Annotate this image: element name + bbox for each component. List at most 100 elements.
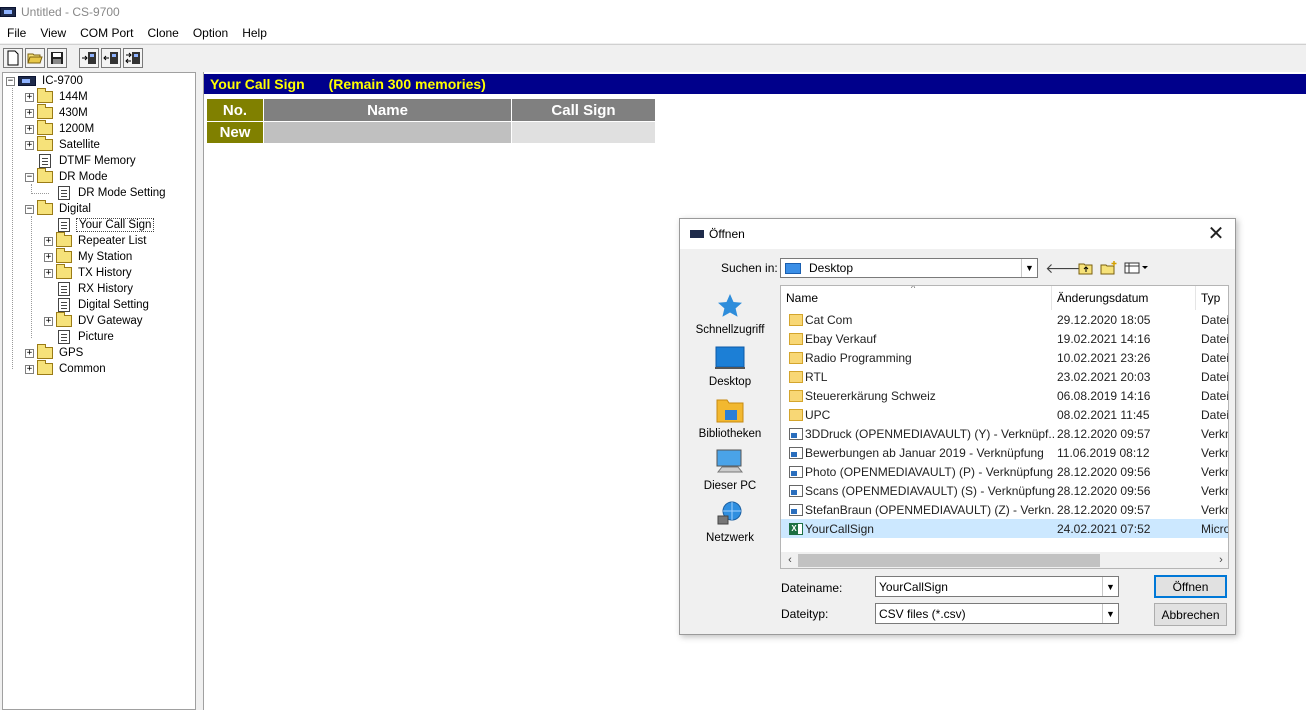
file-row-selected[interactable]: YourCallSign 24.02.2021 07:52 Micro bbox=[781, 519, 1228, 538]
collapse-icon[interactable]: − bbox=[25, 204, 34, 214]
places-bar: Schnellzugriff Desktop Bibliotheken Dies… bbox=[686, 285, 774, 565]
new-row-label[interactable]: New bbox=[207, 122, 263, 143]
file-row[interactable]: StefanBraun (OPENMEDIAVAULT) (Z) - Verkn… bbox=[781, 500, 1228, 519]
chevron-down-icon[interactable]: ▼ bbox=[1102, 604, 1118, 623]
file-row[interactable]: Scans (OPENMEDIAVAULT) (S) - Verknüpfung… bbox=[781, 481, 1228, 500]
back-arrow-icon[interactable]: 🡐 bbox=[1045, 259, 1083, 277]
tree-node-repeater-list[interactable]: + Repeater List bbox=[44, 232, 148, 249]
filename-combo[interactable]: YourCallSign ▼ bbox=[875, 576, 1119, 597]
tree-node-dtmf-memory[interactable]: DTMF Memory bbox=[25, 153, 138, 169]
save-file-button[interactable] bbox=[47, 48, 67, 68]
look-in-combo[interactable]: Desktop ▼ bbox=[780, 258, 1038, 278]
column-header-name[interactable]: Name bbox=[264, 99, 511, 121]
desktop-icon bbox=[785, 262, 801, 274]
filename-label: Dateiname: bbox=[781, 581, 843, 595]
place-this-pc[interactable]: Dieser PC bbox=[686, 447, 774, 499]
collapse-icon[interactable]: − bbox=[6, 76, 15, 86]
tree-node-430m[interactable]: + 430M bbox=[25, 104, 90, 121]
file-row[interactable]: Bewerbungen ab Januar 2019 - Verknüpfung… bbox=[781, 443, 1228, 462]
column-header-name[interactable]: Name bbox=[781, 286, 1052, 310]
clone-button[interactable] bbox=[123, 48, 143, 68]
expand-icon[interactable]: + bbox=[44, 268, 53, 278]
tree-node-144m[interactable]: + 144M bbox=[25, 88, 90, 105]
tree-node-gps[interactable]: + GPS bbox=[25, 344, 85, 361]
place-libraries[interactable]: Bibliotheken bbox=[686, 395, 774, 447]
tree-node-your-call-sign[interactable]: Your Call Sign bbox=[56, 217, 155, 233]
tree-node-picture[interactable]: Picture bbox=[56, 329, 116, 345]
menu-com-port[interactable]: COM Port bbox=[73, 24, 140, 43]
expand-icon[interactable]: + bbox=[44, 316, 53, 326]
up-folder-button[interactable] bbox=[1076, 259, 1096, 277]
write-to-radio-button[interactable] bbox=[79, 48, 99, 68]
tree-node-satellite[interactable]: + Satellite bbox=[25, 136, 102, 153]
memory-tree[interactable]: − IC-9700 + 144M + 430M + 1200M + Satell… bbox=[2, 72, 196, 710]
file-row[interactable]: Steuererkärung Schweiz 06.08.2019 14:16 … bbox=[781, 386, 1228, 405]
new-row-name-cell[interactable] bbox=[264, 122, 511, 143]
tree-node-common[interactable]: + Common bbox=[25, 360, 108, 377]
folder-icon bbox=[56, 312, 72, 327]
view-menu-button[interactable] bbox=[1123, 259, 1151, 277]
scrollbar-thumb[interactable] bbox=[798, 554, 1100, 567]
new-file-button[interactable] bbox=[3, 48, 23, 68]
network-globe-icon bbox=[717, 501, 742, 525]
file-row[interactable]: Ebay Verkauf 19.02.2021 14:16 Datei bbox=[781, 329, 1228, 348]
collapse-icon[interactable]: − bbox=[25, 172, 34, 182]
read-from-radio-button[interactable] bbox=[101, 48, 121, 68]
expand-icon[interactable]: + bbox=[25, 140, 34, 150]
file-row[interactable]: UPC 08.02.2021 11:45 Datei bbox=[781, 405, 1228, 424]
expand-icon[interactable]: + bbox=[44, 236, 53, 246]
menu-view[interactable]: View bbox=[33, 24, 73, 43]
scroll-left-icon[interactable]: ‹ bbox=[783, 552, 797, 568]
expand-icon[interactable]: + bbox=[25, 92, 34, 102]
menu-file[interactable]: File bbox=[0, 24, 33, 43]
menu-clone[interactable]: Clone bbox=[140, 24, 185, 43]
file-list[interactable]: Name ^ Änderungsdatum Typ Cat Com 29.12.… bbox=[780, 285, 1229, 569]
expand-icon[interactable]: + bbox=[25, 348, 34, 358]
tree-node-dr-mode[interactable]: − DR Mode bbox=[25, 168, 110, 185]
open-button[interactable]: Öffnen bbox=[1154, 575, 1227, 598]
column-header-date[interactable]: Änderungsdatum bbox=[1052, 286, 1196, 310]
file-row[interactable]: RTL 23.02.2021 20:03 Datei bbox=[781, 367, 1228, 386]
column-header-type[interactable]: Typ bbox=[1196, 286, 1228, 310]
tree-node-dv-gateway[interactable]: + DV Gateway bbox=[44, 312, 145, 329]
menu-bar: File View COM Port Clone Option Help bbox=[0, 24, 1306, 43]
place-desktop[interactable]: Desktop bbox=[686, 343, 774, 395]
open-file-button[interactable] bbox=[25, 48, 45, 68]
expand-icon[interactable]: + bbox=[44, 252, 53, 262]
tree-node-digital-setting[interactable]: Digital Setting bbox=[56, 297, 151, 313]
menu-option[interactable]: Option bbox=[186, 24, 235, 43]
place-network[interactable]: Netzwerk bbox=[686, 499, 774, 551]
horizontal-scrollbar[interactable]: ‹ › bbox=[781, 552, 1228, 568]
app-radio-icon bbox=[0, 7, 16, 17]
column-header-call-sign[interactable]: Call Sign bbox=[512, 99, 655, 121]
close-icon[interactable]: ✕ bbox=[1205, 223, 1227, 245]
scroll-right-icon[interactable]: › bbox=[1214, 552, 1228, 568]
tree-node-tx-history[interactable]: + TX History bbox=[44, 264, 134, 281]
tree-node-digital[interactable]: − Digital bbox=[25, 200, 93, 217]
new-row-call-sign-cell[interactable] bbox=[512, 122, 655, 143]
expand-icon[interactable]: + bbox=[25, 364, 34, 374]
tree-node-ic-9700[interactable]: − IC-9700 bbox=[6, 73, 85, 89]
filetype-label: Dateityp: bbox=[781, 607, 829, 621]
expand-icon[interactable]: + bbox=[25, 108, 34, 118]
tree-node-dr-mode-setting[interactable]: DR Mode Setting bbox=[56, 185, 168, 201]
file-row[interactable]: Radio Programming 10.02.2021 23:26 Datei bbox=[781, 348, 1228, 367]
file-row[interactable]: Photo (OPENMEDIAVAULT) (P) - Verknüpfung… bbox=[781, 462, 1228, 481]
expand-icon[interactable]: + bbox=[25, 124, 34, 134]
tree-node-my-station[interactable]: + My Station bbox=[44, 248, 134, 265]
place-quick-access[interactable]: Schnellzugriff bbox=[686, 291, 774, 343]
menu-help[interactable]: Help bbox=[235, 24, 274, 43]
filetype-combo[interactable]: CSV files (*.csv) ▼ bbox=[875, 603, 1119, 624]
tree-node-rx-history[interactable]: RX History bbox=[56, 281, 135, 297]
file-row[interactable]: Cat Com 29.12.2020 18:05 Datei bbox=[781, 310, 1228, 329]
folder-icon bbox=[789, 351, 803, 364]
tree-node-1200m[interactable]: + 1200M bbox=[25, 120, 96, 137]
file-row[interactable]: 3DDruck (OPENMEDIAVAULT) (Y) - Verknüpf.… bbox=[781, 424, 1228, 443]
cancel-button[interactable]: Abbrechen bbox=[1154, 603, 1227, 626]
column-header-no[interactable]: No. bbox=[207, 99, 263, 121]
new-folder-button[interactable] bbox=[1099, 259, 1119, 277]
chevron-down-icon[interactable]: ▼ bbox=[1102, 577, 1118, 596]
write-to-radio-icon bbox=[82, 52, 96, 64]
chevron-down-icon[interactable]: ▼ bbox=[1021, 259, 1037, 277]
remaining-memories: (Remain 300 memories) bbox=[328, 76, 486, 92]
